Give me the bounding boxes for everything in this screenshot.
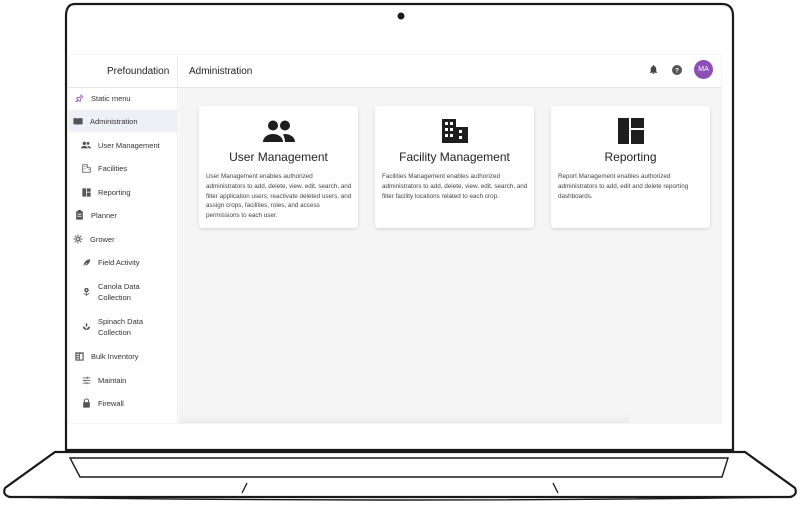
sidebar-item-field-activity[interactable]: Field Activity xyxy=(69,254,178,270)
sidebar-item-label: User Management xyxy=(98,140,160,150)
card-description: Facilities Management enables authorized… xyxy=(382,173,528,200)
clipboard-icon xyxy=(74,210,84,220)
flower-icon xyxy=(73,234,83,244)
sidebar-item-label: Maintain xyxy=(98,375,127,385)
sidebar-item-label: Canola Data Collection xyxy=(98,282,140,302)
pin-icon xyxy=(74,93,84,103)
reporting-card[interactable]: Reporting Report Management enables auth… xyxy=(551,106,710,228)
spinach-icon xyxy=(81,322,91,332)
card-description: Report Management enables authorized adm… xyxy=(558,173,689,200)
sidebar-item-static-menu[interactable]: Static menu xyxy=(69,90,178,106)
sidebar-item-reporting[interactable]: Reporting xyxy=(69,184,178,200)
sidebar-item-label: Bulk Inventory xyxy=(91,351,139,361)
inventory-icon xyxy=(74,351,84,361)
sidebar: Static menu Administration User Manageme… xyxy=(69,88,178,423)
brand-title[interactable]: Prefoundation xyxy=(107,66,169,77)
user-management-card[interactable]: User Management User Management enables … xyxy=(199,106,358,228)
sidebar-item-firewall[interactable]: Firewall xyxy=(69,395,178,411)
sidebar-item-label: Planner xyxy=(91,210,117,220)
canola-icon xyxy=(81,287,91,297)
book-icon xyxy=(73,116,83,126)
sidebar-item-label: Reporting xyxy=(98,187,131,197)
sidebar-item-canola-data-collection[interactable]: Canola Data Collection xyxy=(69,279,178,305)
sidebar-item-label: Static menu xyxy=(91,93,131,103)
bell-icon[interactable] xyxy=(646,63,660,77)
sidebar-item-user-management[interactable]: User Management xyxy=(69,137,178,153)
lock-icon xyxy=(81,398,91,408)
sidebar-item-label: Firewall xyxy=(98,398,124,408)
dashboard-icon xyxy=(551,118,710,144)
sidebar-item-spinach-data-collection[interactable]: Spinach Data Collection xyxy=(69,314,178,340)
main-content: User Management User Management enables … xyxy=(179,88,721,423)
sidebar-item-label: Spinach Data Collection xyxy=(98,317,144,337)
sidebar-item-administration[interactable]: Administration xyxy=(69,110,178,132)
svg-text:?: ? xyxy=(675,67,679,74)
topbar-divider xyxy=(177,55,178,88)
facility-management-card[interactable]: Facility Management Facilities Managemen… xyxy=(375,106,534,228)
sliders-icon xyxy=(81,375,91,385)
building-icon xyxy=(375,118,534,144)
help-icon[interactable]: ? xyxy=(670,63,684,77)
dashboard-icon xyxy=(81,187,91,197)
sidebar-item-bulk-inventory[interactable]: Bulk Inventory xyxy=(69,348,178,364)
sidebar-item-label: Administration xyxy=(90,116,138,126)
people-icon xyxy=(199,118,358,144)
people-icon xyxy=(81,140,91,150)
top-app-bar: Prefoundation Administration ? MA xyxy=(69,55,721,88)
scroll-shadow xyxy=(179,413,629,423)
sidebar-item-maintain[interactable]: Maintain xyxy=(69,372,178,388)
leaf-icon xyxy=(81,257,91,267)
sidebar-item-grower[interactable]: Grower xyxy=(69,231,178,247)
app-screen: Prefoundation Administration ? MA Static… xyxy=(69,55,721,423)
avatar[interactable]: MA xyxy=(694,60,713,79)
sidebar-item-label: Facilities xyxy=(98,163,128,173)
card-description: User Management enables authorized admin… xyxy=(206,173,352,220)
sidebar-item-facilities[interactable]: Facilities xyxy=(69,160,178,176)
building-icon xyxy=(81,163,91,173)
card-title: Facility Management xyxy=(399,150,510,164)
sidebar-item-label: Grower xyxy=(90,234,115,244)
card-title: User Management xyxy=(229,150,328,164)
sidebar-item-label: Field Activity xyxy=(98,257,140,267)
sidebar-item-planner[interactable]: Planner xyxy=(69,207,178,223)
card-title: Reporting xyxy=(604,150,657,164)
page-title: Administration xyxy=(189,66,253,77)
